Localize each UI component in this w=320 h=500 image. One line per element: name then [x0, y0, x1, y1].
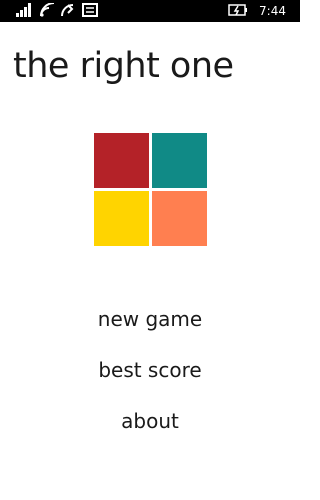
app-screen: 7:44 the right one new game best score a…	[0, 0, 300, 500]
about-button[interactable]: about	[0, 408, 300, 434]
data-sync-icon	[60, 3, 76, 17]
status-time: 7:44	[259, 4, 286, 18]
status-bar: 7:44	[0, 0, 300, 22]
logo-tile-teal	[152, 133, 207, 188]
page-title: the right one	[13, 46, 234, 86]
logo-tile-red	[94, 133, 149, 188]
app-logo	[94, 133, 207, 246]
logo-tile-yellow	[94, 191, 149, 246]
battery-charging-icon	[228, 3, 250, 17]
wifi-icon	[40, 3, 56, 17]
signal-strength-icon	[16, 3, 34, 17]
message-icon	[82, 3, 98, 17]
logo-tile-orange	[152, 191, 207, 246]
new-game-button[interactable]: new game	[0, 306, 300, 332]
best-score-button[interactable]: best score	[0, 357, 300, 383]
